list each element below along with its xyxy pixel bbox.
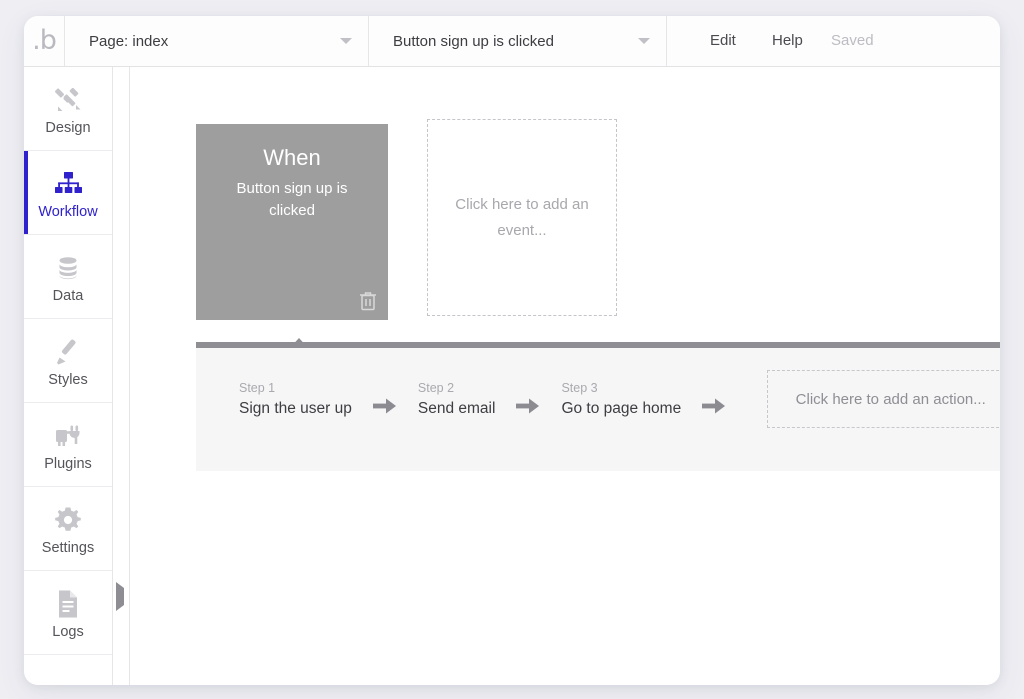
sidebar-item-label: Logs bbox=[52, 623, 84, 640]
sidebar-item-settings[interactable]: Settings bbox=[24, 487, 112, 571]
design-tools-icon bbox=[53, 82, 83, 118]
event-card-title: When bbox=[263, 145, 321, 170]
sidebar-item-data[interactable]: Data bbox=[24, 235, 112, 319]
edit-button[interactable]: Edit bbox=[710, 16, 736, 66]
event-selector-dropdown[interactable]: Button sign up is clicked bbox=[369, 16, 667, 66]
workflow-steps-panel: Step 1 Sign the user up Step 2 Send emai… bbox=[196, 335, 1000, 471]
page-selector-value: Page: index bbox=[89, 32, 169, 50]
sidebar-item-label: Workflow bbox=[38, 203, 98, 220]
add-event-placeholder-text: Click here to add an event... bbox=[455, 196, 589, 239]
trash-icon[interactable] bbox=[358, 290, 378, 312]
help-button[interactable]: Help bbox=[772, 16, 803, 66]
event-selector-value: Button sign up is clicked bbox=[393, 32, 554, 50]
add-action-placeholder-text: Click here to add an action... bbox=[795, 390, 986, 408]
workflow-step-1[interactable]: Step 1 Sign the user up bbox=[239, 380, 352, 418]
workflow-canvas[interactable]: When Button sign up is clicked Click her… bbox=[129, 67, 1000, 685]
sidebar-item-label: Data bbox=[52, 287, 84, 304]
bubble-logo-icon[interactable]: .b bbox=[24, 16, 65, 66]
steps-panel-body: Step 1 Sign the user up Step 2 Send emai… bbox=[196, 348, 1000, 471]
chevron-down-icon bbox=[340, 38, 352, 44]
database-icon bbox=[54, 250, 82, 286]
sidebar-item-label: Design bbox=[45, 119, 91, 136]
sidebar-item-label: Plugins bbox=[44, 455, 92, 472]
steps-row: Step 1 Sign the user up Step 2 Send emai… bbox=[196, 348, 1000, 450]
workflow-step-2[interactable]: Step 2 Send email bbox=[418, 380, 496, 418]
workflow-nodes-icon bbox=[53, 166, 83, 202]
triangle-right-icon bbox=[116, 582, 124, 611]
step-number: Step 2 bbox=[417, 381, 455, 396]
sidebar-item-label: Settings bbox=[41, 539, 95, 556]
app-window: .b Page: index Button sign up is clicked… bbox=[24, 16, 1000, 685]
chevron-down-icon bbox=[638, 38, 650, 44]
step-number: Step 3 bbox=[561, 381, 598, 396]
saved-status-label: Saved bbox=[831, 32, 874, 49]
arrow-right-icon bbox=[515, 382, 541, 416]
paintbrush-icon bbox=[54, 334, 82, 370]
page-selector-dropdown[interactable]: Page: index bbox=[65, 16, 369, 66]
workflow-step-3[interactable]: Step 3 Go to page home bbox=[561, 380, 681, 418]
sidebar-item-design[interactable]: Design bbox=[24, 67, 112, 151]
top-toolbar: .b Page: index Button sign up is clicked… bbox=[24, 16, 1000, 67]
step-number: Step 1 bbox=[239, 381, 276, 396]
add-event-placeholder[interactable]: Click here to add an event... bbox=[427, 119, 617, 316]
left-rail-navigation: Design Workflow Data Styles Plugins Sett… bbox=[24, 67, 113, 685]
add-action-placeholder[interactable]: Click here to add an action... bbox=[767, 370, 1000, 428]
arrow-right-icon bbox=[372, 382, 398, 416]
bubble-logo-glyph: .b bbox=[32, 24, 57, 56]
sidebar-item-logs[interactable]: Logs bbox=[24, 571, 112, 655]
sidebar-collapse-toggle[interactable] bbox=[116, 582, 130, 611]
workflow-event-card[interactable]: When Button sign up is clicked bbox=[196, 124, 388, 320]
sidebar-item-workflow[interactable]: Workflow bbox=[24, 151, 112, 235]
gear-icon bbox=[54, 502, 82, 538]
document-lines-icon bbox=[55, 586, 81, 622]
step-title: Go to page home bbox=[561, 399, 682, 417]
plug-icon bbox=[53, 418, 83, 454]
sidebar-item-label: Styles bbox=[48, 371, 88, 388]
event-card-subtitle: Button sign up is clicked bbox=[236, 180, 348, 219]
step-title: Sign the user up bbox=[239, 399, 352, 417]
sidebar-item-plugins[interactable]: Plugins bbox=[24, 403, 112, 487]
sidebar-item-styles[interactable]: Styles bbox=[24, 319, 112, 403]
step-title: Send email bbox=[417, 399, 496, 417]
arrow-right-icon bbox=[701, 382, 727, 416]
